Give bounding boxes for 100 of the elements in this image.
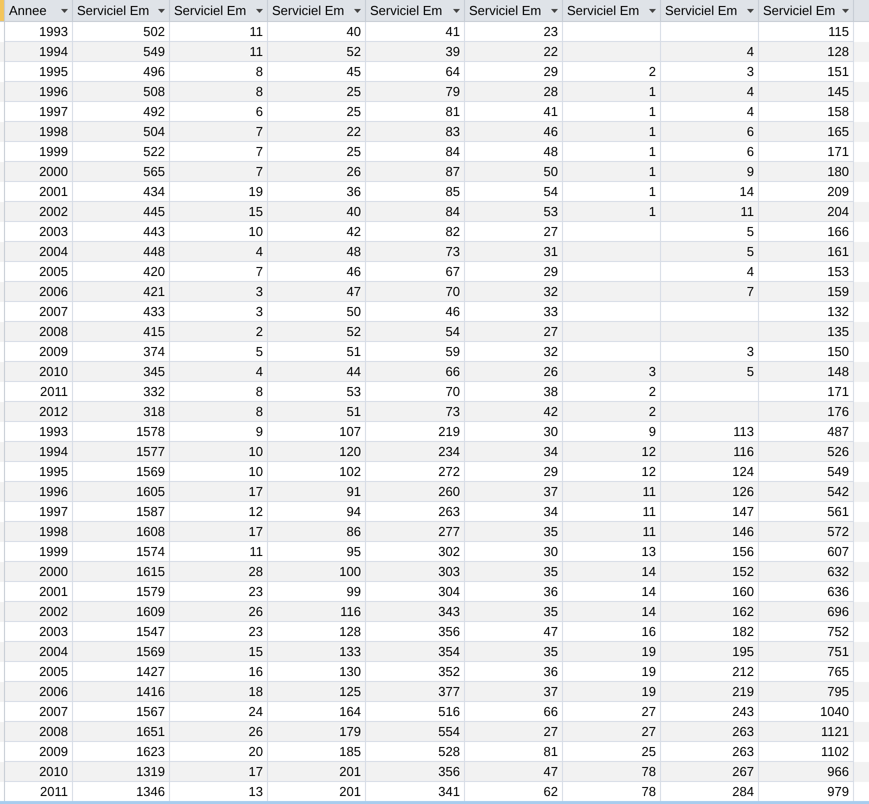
table-cell: 526 [759,442,854,462]
column-header[interactable]: Serviciel Em [661,0,759,21]
table-cell: 1577 [73,442,170,462]
dropdown-icon[interactable] [354,8,361,12]
table-cell: 86 [268,522,366,542]
column-header[interactable]: Serviciel Em [563,0,661,21]
table-cell: 135 [759,322,854,342]
table-cell: 1 [563,202,661,222]
dropdown-icon[interactable] [747,8,754,12]
table-cell: 303 [366,562,465,582]
table-cell: 73 [366,402,465,422]
table-cell: 1996 [5,82,73,102]
table-cell: 2 [563,402,661,422]
table-cell: 32 [465,282,563,302]
table-cell: 2004 [5,242,73,262]
select-all-button[interactable] [0,0,5,21]
table-cell: 26 [268,162,366,182]
column-header[interactable]: Serviciel Em [73,0,170,21]
table-cell: 39 [366,42,465,62]
column-header[interactable]: Serviciel Em [268,0,366,21]
dropdown-icon[interactable] [649,8,656,12]
table-cell: 100 [268,562,366,582]
table-cell: 26 [170,722,268,742]
table-cell: 48 [268,242,366,262]
table-cell: 31 [465,242,563,262]
table-cell: 165 [759,122,854,142]
table-cell: 87 [366,162,465,182]
table-cell: 79 [366,82,465,102]
table-cell: 2000 [5,562,73,582]
dropdown-icon[interactable] [61,8,68,12]
dropdown-icon[interactable] [453,8,460,12]
dropdown-icon[interactable] [158,8,165,12]
table-cell: 12 [563,442,661,462]
table-cell: 1651 [73,722,170,742]
table-cell: 73 [366,242,465,262]
table-cell: 145 [759,82,854,102]
table-cell: 2000 [5,162,73,182]
table-cell: 201 [268,762,366,782]
table-cell: 5 [661,242,759,262]
column-header[interactable]: Serviciel Em [366,0,465,21]
table-cell: 2008 [5,322,73,342]
table-cell: 44 [268,362,366,382]
table-cell: 219 [661,682,759,702]
dropdown-icon[interactable] [842,8,849,12]
table-cell: 549 [73,42,170,62]
table-cell: 1996 [5,482,73,502]
table-cell: 354 [366,642,465,662]
table-cell: 415 [73,322,170,342]
table-cell: 341 [366,782,465,801]
table-cell: 10 [170,442,268,462]
column-header[interactable]: Serviciel Em [465,0,563,21]
table-cell: 4 [170,242,268,262]
table-cell: 22 [268,122,366,142]
table-cell: 51 [268,402,366,422]
table-cell: 260 [366,482,465,502]
table-cell: 28 [465,82,563,102]
column-header[interactable]: Serviciel Em [170,0,268,21]
table-cell: 78 [563,762,661,782]
table-cell: 91 [268,482,366,502]
column-header[interactable]: Serviciel Em [759,0,854,21]
table-cell: 445 [73,202,170,222]
table-cell: 27 [563,722,661,742]
table-cell: 11 [563,482,661,502]
table-cell: 1608 [73,522,170,542]
table-cell: 159 [759,282,854,302]
table-cell: 17 [170,762,268,782]
table-cell: 2002 [5,202,73,222]
table-cell: 1615 [73,562,170,582]
dropdown-icon[interactable] [551,8,558,12]
table-cell: 6 [661,122,759,142]
table-cell: 2006 [5,282,73,302]
table-cell: 37 [465,482,563,502]
table-cell: 35 [465,602,563,622]
table-cell: 1 [563,82,661,102]
table-cell: 179 [268,722,366,742]
table-cell: 2 [170,322,268,342]
table-cell: 1605 [73,482,170,502]
table-cell: 11 [563,522,661,542]
table-cell: 504 [73,122,170,142]
table-cell: 146 [661,522,759,542]
table-cell: 234 [366,442,465,462]
table-cell: 1319 [73,762,170,782]
table-cell: 37 [465,682,563,702]
table-cell: 128 [759,42,854,62]
table-cell: 9 [661,162,759,182]
table-cell: 356 [366,762,465,782]
column-header[interactable]: Annee [5,0,73,21]
table-cell: 2004 [5,642,73,662]
table-cell: 1 [563,122,661,142]
table-cell: 162 [661,602,759,622]
table-cell: 1609 [73,602,170,622]
table-cell: 263 [661,722,759,742]
table-cell: 966 [759,762,854,782]
table-cell: 54 [366,322,465,342]
table-cell: 3 [563,362,661,382]
dropdown-icon[interactable] [256,8,263,12]
table-cell: 1346 [73,782,170,801]
table-cell: 318 [73,402,170,422]
table-cell: 2010 [5,762,73,782]
table-cell: 35 [465,522,563,542]
